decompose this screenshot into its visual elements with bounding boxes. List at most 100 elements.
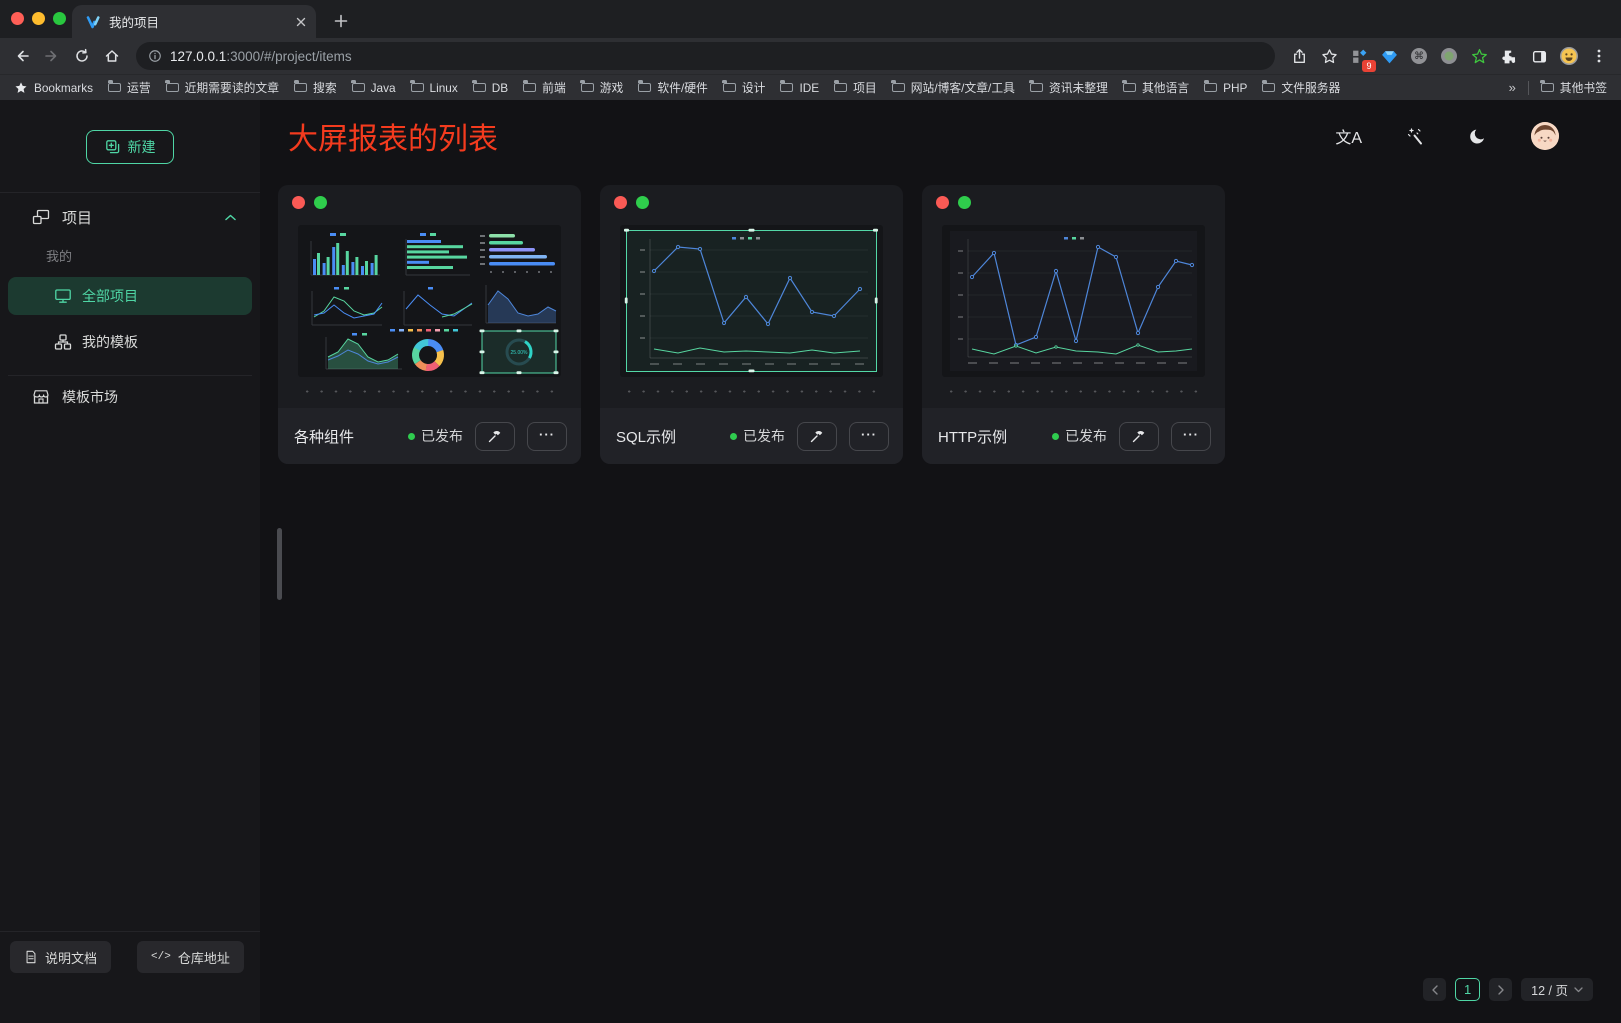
card-title: HTTP示例 <box>938 426 1007 447</box>
side-panel-icon <box>1531 48 1548 65</box>
bookmark-folder[interactable]: DB <box>473 81 508 95</box>
browser-tab[interactable]: 我的项目 <box>72 5 316 38</box>
status-badge: 已发布 <box>408 426 463 446</box>
bookmark-star-button[interactable] <box>1315 42 1343 70</box>
extension-grid-diamond-icon[interactable]: 9 <box>1345 42 1373 70</box>
bookmark-folder[interactable]: 近期需要读的文章 <box>166 79 279 96</box>
traffic-lights <box>11 12 66 25</box>
bookmark-folder[interactable]: 设计 <box>723 79 766 96</box>
sidebar-item-all-projects[interactable]: 全部项目 <box>8 277 252 315</box>
edit-button[interactable] <box>1119 422 1159 451</box>
translate-icon[interactable]: 文A <box>1335 124 1362 148</box>
address-bar[interactable]: 127.0.0.1:3000/#/project/items <box>136 42 1275 70</box>
new-tab-button[interactable] <box>330 10 352 32</box>
card-footer: 各种组件 已发布 ··· <box>278 408 581 464</box>
browser-titlebar: 我的项目 <box>0 0 1621 38</box>
current-page-button[interactable]: 1 <box>1455 978 1480 1001</box>
preview-dashboard-thumbnail: 25.00% <box>298 225 561 377</box>
preview-http-chart-thumbnail <box>942 225 1205 377</box>
more-button[interactable]: ··· <box>527 422 567 451</box>
bookmark-folder[interactable]: Java <box>352 81 396 95</box>
sidebar-footer: 说明文档 </> 仓库地址 <box>0 931 260 1023</box>
bookmark-folder[interactable]: 搜索 <box>294 79 337 96</box>
close-window-button[interactable] <box>11 12 24 25</box>
main-area: 大屏报表的列表 文A <box>260 100 1621 1023</box>
docs-button-label: 说明文档 <box>45 948 97 967</box>
side-panel-button[interactable] <box>1525 42 1553 70</box>
minimize-window-button[interactable] <box>32 12 45 25</box>
project-preview <box>942 225 1205 377</box>
main-scrollbar-thumb[interactable] <box>277 528 282 600</box>
bookmark-folder[interactable]: IDE <box>780 81 819 95</box>
sidebar-item-template-market[interactable]: 模板市场 <box>0 376 260 418</box>
zoom-window-button[interactable] <box>53 12 66 25</box>
folder-icon <box>1541 83 1554 92</box>
folder-icon <box>892 83 905 92</box>
folder-icon <box>1030 83 1043 92</box>
edit-button[interactable] <box>797 422 837 451</box>
extension-gem-icon[interactable] <box>1375 42 1403 70</box>
share-button[interactable] <box>1285 42 1313 70</box>
extension-record-icon[interactable] <box>1435 42 1463 70</box>
template-flow-icon <box>54 333 72 351</box>
project-card[interactable]: 25.00% 各种组件 已发布 <box>278 185 581 464</box>
bookmarks-overflow-button[interactable]: » <box>1509 80 1516 95</box>
user-avatar[interactable] <box>1531 122 1559 150</box>
card-green-dot <box>314 196 327 209</box>
moon-icon[interactable] <box>1469 127 1487 145</box>
smiley-avatar-icon <box>1559 46 1579 66</box>
extension-green-star-icon[interactable] <box>1465 42 1493 70</box>
info-icon[interactable] <box>148 49 162 63</box>
bookmark-folder[interactable]: 软件/硬件 <box>638 79 707 96</box>
more-button[interactable]: ··· <box>849 422 889 451</box>
gauge-value: 25.00% <box>511 350 529 356</box>
bookmark-folder[interactable]: 前端 <box>523 79 566 96</box>
new-project-button[interactable]: 新建 <box>86 130 174 164</box>
hammer-icon <box>1131 428 1147 444</box>
magic-wand-icon[interactable] <box>1406 127 1425 146</box>
bookmark-folder[interactable]: 游戏 <box>581 79 624 96</box>
project-card[interactable]: SQL示例 已发布 ··· <box>600 185 903 464</box>
extensions-puzzle-button[interactable] <box>1495 42 1523 70</box>
extension-command-icon[interactable]: ⌘ <box>1405 42 1433 70</box>
back-button[interactable] <box>8 42 36 70</box>
bookmark-folder[interactable]: PHP <box>1204 81 1247 95</box>
bookmark-folder[interactable]: 网站/博客/文章/工具 <box>892 79 1015 96</box>
bookmarks-manager[interactable]: Bookmarks <box>14 81 93 95</box>
project-card[interactable]: HTTP示例 已发布 ··· <box>922 185 1225 464</box>
browser-menu-button[interactable] <box>1585 42 1613 70</box>
bookmark-folder[interactable]: Linux <box>411 81 458 95</box>
chevron-up-icon[interactable] <box>225 214 236 221</box>
status-label: 已发布 <box>1065 426 1107 446</box>
profile-avatar-button[interactable] <box>1555 42 1583 70</box>
preview-pager-dots <box>944 390 1203 393</box>
next-page-button[interactable] <box>1489 978 1512 1001</box>
project-preview <box>620 225 883 377</box>
bookmark-folder[interactable]: 文件服务器 <box>1262 79 1340 96</box>
code-icon: </> <box>151 951 171 963</box>
prev-page-button[interactable] <box>1423 978 1446 1001</box>
sidebar: 新建 项目 我的 全部项目 <box>0 100 260 1023</box>
docs-button[interactable]: 说明文档 <box>10 941 111 973</box>
repo-button[interactable]: </> 仓库地址 <box>137 941 244 973</box>
folder-icon <box>581 83 594 92</box>
bookmark-folder[interactable]: 其他语言 <box>1123 79 1189 96</box>
reload-button[interactable] <box>68 42 96 70</box>
sidebar-group-project[interactable]: 项目 <box>0 193 260 241</box>
tab-close-icon[interactable] <box>296 17 306 27</box>
bookmark-folder[interactable]: 运营 <box>108 79 151 96</box>
header-actions: 文A <box>1335 122 1559 150</box>
other-bookmarks-folder[interactable]: 其他书签 <box>1541 79 1607 96</box>
sidebar-item-my-templates[interactable]: 我的模板 <box>8 323 252 361</box>
project-card-list: 25.00% 各种组件 已发布 <box>260 164 1621 464</box>
store-icon <box>32 388 50 406</box>
bookmark-folder[interactable]: 资讯未整理 <box>1030 79 1108 96</box>
edit-button[interactable] <box>475 422 515 451</box>
more-button[interactable]: ··· <box>1171 422 1211 451</box>
forward-button[interactable] <box>38 42 66 70</box>
status-badge: 已发布 <box>1052 426 1107 446</box>
bookmark-folder[interactable]: 项目 <box>834 79 877 96</box>
home-button[interactable] <box>98 42 126 70</box>
folder-icon <box>108 83 121 92</box>
page-size-select[interactable]: 12 / 页 <box>1521 978 1593 1001</box>
